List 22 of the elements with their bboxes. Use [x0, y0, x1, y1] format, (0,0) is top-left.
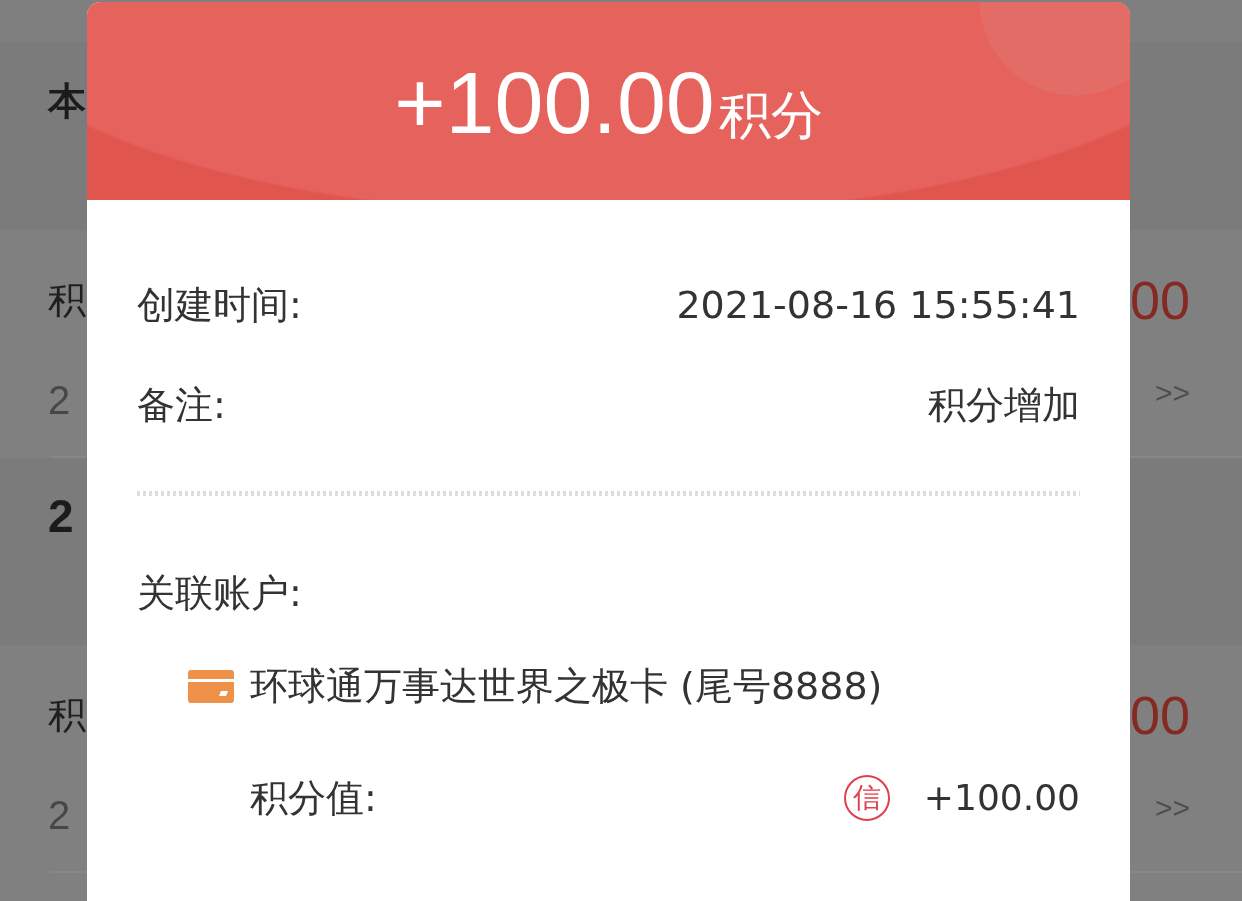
field-label: 创建时间: [137, 282, 302, 329]
points-amount: +100.00 [394, 55, 715, 151]
card-type-badge: 信 [843, 775, 890, 821]
record-amount: 00 [1129, 269, 1190, 331]
record-title: 积 [48, 691, 86, 739]
detail-link[interactable]: >> [1154, 791, 1190, 825]
field-value: 2021-08-16 15:55:41 [676, 282, 1080, 329]
card-name: 环球通万事达世界之极卡 (尾号8888) [250, 663, 883, 710]
month-heading: 2 [48, 490, 74, 542]
points-value: +100.00 [923, 776, 1080, 820]
page-heading: 本 [48, 79, 86, 123]
field-label: 积分值: [250, 775, 377, 822]
record-date: 2 [48, 377, 71, 423]
record-title: 积 [48, 276, 86, 324]
field-label: 关联账户: [137, 570, 302, 617]
field-value: 积分增加 [928, 382, 1080, 429]
card-icon [188, 669, 234, 703]
detail-link[interactable]: >> [1154, 376, 1190, 410]
points-unit: 积分 [718, 84, 823, 147]
field-label: 备注: [137, 382, 226, 429]
record-amount: 00 [1129, 684, 1190, 746]
record-date: 2 [48, 792, 71, 838]
